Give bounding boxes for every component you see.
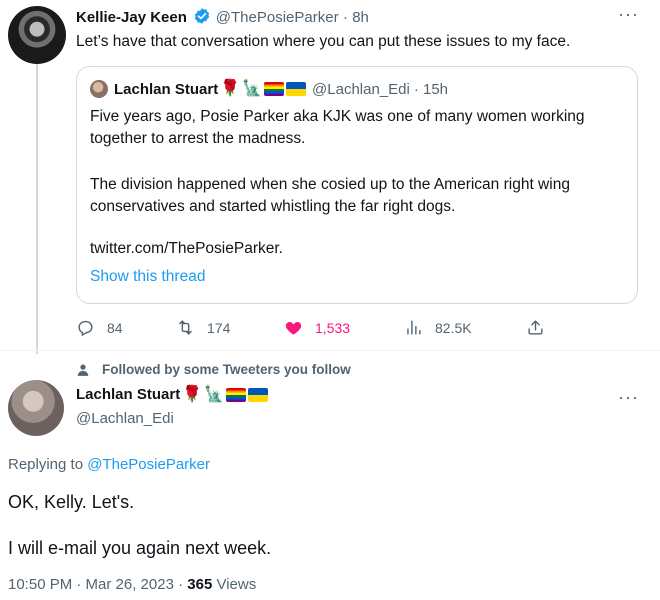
- tweet-text-line: OK, Kelly. Let's.: [8, 492, 135, 512]
- tweet-time: · 15h: [413, 80, 449, 98]
- views-count: 365: [187, 576, 213, 593]
- author-name[interactable]: Lachlan Stuart: [76, 386, 180, 403]
- like-button[interactable]: 1,533: [284, 318, 350, 337]
- rainbow-flag-icon: [264, 82, 285, 96]
- reply-icon: [78, 320, 93, 337]
- avatar[interactable]: [8, 6, 66, 64]
- tweet-header: Kellie-Jay Keen @ThePosieParker · 8h: [76, 7, 369, 27]
- reply-button[interactable]: 84: [76, 318, 123, 337]
- rose-emoji-icon: 🌹: [182, 385, 203, 403]
- statue-of-liberty-emoji-icon: 🗽: [242, 80, 263, 97]
- quoted-text-line: conservatives and started whistling the …: [90, 198, 456, 215]
- retweet-icon: [179, 320, 192, 335]
- quoted-text-line: together to arrest the madness.: [90, 130, 306, 147]
- author-name: Lachlan Stuart: [114, 80, 219, 98]
- replying-to-handle[interactable]: @ThePosieParker: [87, 456, 210, 473]
- views-label: Views: [212, 576, 257, 593]
- share-icon: [528, 320, 543, 335]
- share-button[interactable]: [526, 318, 545, 337]
- tweet-time[interactable]: · 8h: [343, 9, 369, 26]
- quoted-link: twitter.com/ThePosieParker.: [90, 240, 283, 257]
- more-options-icon[interactable]: ···: [618, 5, 639, 23]
- divider: [0, 350, 660, 351]
- replying-to: Replying to @ThePosieParker: [8, 456, 210, 473]
- rose-emoji-icon: 🌹: [220, 80, 241, 97]
- show-thread-link[interactable]: Show this thread: [90, 266, 205, 288]
- ukraine-flag-icon: [286, 82, 307, 96]
- replying-to-label: Replying to: [8, 456, 88, 473]
- views-chart-icon: [407, 320, 421, 335]
- quoted-text-line: Five years ago, Posie Parker aka KJK was…: [90, 108, 585, 125]
- ukraine-flag-icon: [248, 387, 269, 402]
- tweet-timestamp-row: 10:50 PM · Mar 26, 2023 · 365 Views: [8, 576, 256, 593]
- tweet-text: Let’s have that conversation where you c…: [76, 33, 571, 50]
- avatar[interactable]: [8, 380, 64, 436]
- views-count: 82.5K: [435, 319, 472, 336]
- quoted-tweet-header: Lachlan Stuart 🌹 🗽 @Lachlan_Edi · 15h: [90, 80, 448, 98]
- main-tweet-author-row: Lachlan Stuart 🌹 🗽: [76, 385, 269, 403]
- social-context: Followed by some Tweeters you follow: [76, 362, 351, 377]
- author-handle[interactable]: @ThePosieParker: [216, 9, 339, 26]
- reply-count: 84: [107, 319, 123, 336]
- author-name[interactable]: Kellie-Jay Keen: [76, 9, 187, 26]
- avatar: [90, 80, 108, 98]
- quoted-paragraph-1: Five years ago, Posie Parker aka KJK was…: [90, 106, 585, 150]
- social-context-text: Followed by some Tweeters you follow: [102, 362, 351, 377]
- statue-of-liberty-emoji-icon: 🗽: [204, 385, 225, 403]
- verified-badge-icon: [195, 8, 210, 24]
- person-icon: [77, 363, 89, 376]
- retweet-count: 174: [207, 319, 231, 336]
- rainbow-flag-icon: [226, 387, 247, 402]
- more-options-icon[interactable]: ···: [618, 388, 639, 406]
- retweet-button[interactable]: 174: [176, 318, 230, 337]
- author-handle: @Lachlan_Edi: [312, 80, 410, 98]
- thread-connector-line: [36, 58, 38, 354]
- quoted-text-line: The division happened when she cosied up…: [90, 176, 570, 193]
- tweet-text-line: I will e-mail you again next week.: [8, 538, 272, 558]
- like-count: 1,533: [315, 319, 351, 336]
- tweet-timestamp[interactable]: 10:50 PM · Mar 26, 2023 ·: [8, 576, 187, 593]
- quoted-paragraph-2: The division happened when she cosied up…: [90, 174, 570, 218]
- views-button[interactable]: 82.5K: [404, 318, 472, 337]
- author-handle[interactable]: @Lachlan_Edi: [76, 410, 174, 427]
- heart-filled-icon: [285, 321, 302, 335]
